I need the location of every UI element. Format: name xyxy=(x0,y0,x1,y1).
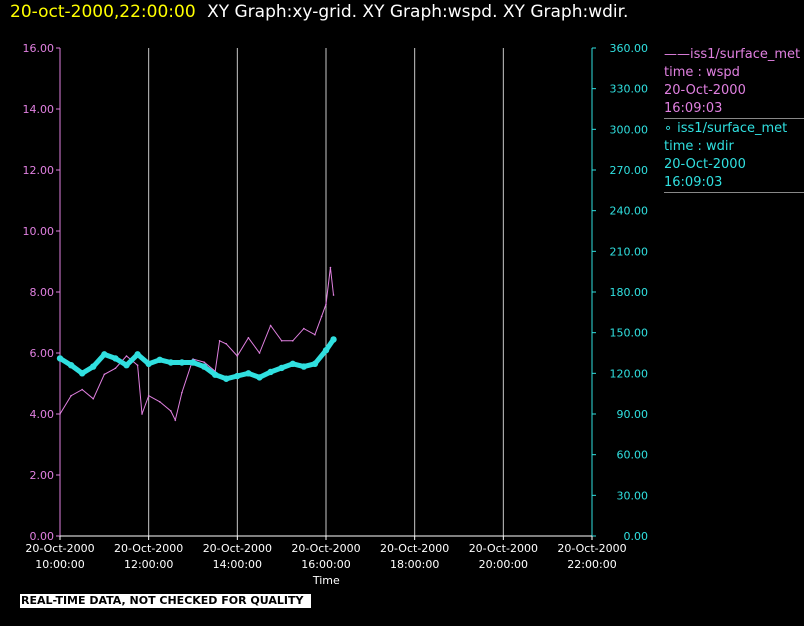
data-point-wspd xyxy=(280,340,283,342)
data-point-wspd xyxy=(303,327,305,330)
data-point-wspd xyxy=(81,388,83,391)
y-right-tick-label: 120.00 xyxy=(610,367,649,380)
data-point-wspd xyxy=(70,394,72,397)
data-point-wspd xyxy=(181,391,183,394)
circle-marker-icon: ∘ xyxy=(664,121,673,136)
y-left-tick-label: 12.00 xyxy=(23,164,55,177)
series-band-wdir xyxy=(57,336,336,382)
y-right-tick-label: 300.00 xyxy=(610,123,649,136)
data-point-wspd xyxy=(320,315,323,318)
y-left-tick-label: 10.00 xyxy=(23,225,55,238)
x-tick-label-time: 12:00:00 xyxy=(124,558,173,571)
y-left-tick-label: 6.00 xyxy=(30,347,55,360)
y-right-tick-label: 150.00 xyxy=(610,327,649,340)
legend-source-text: iss1/surface_met xyxy=(677,121,788,136)
data-point-wspd xyxy=(114,367,117,370)
x-tick-label-date: 20-Oct-2000 xyxy=(469,542,538,555)
data-point-wspd xyxy=(136,364,139,367)
data-point-wspd xyxy=(325,303,327,306)
data-point-wspd xyxy=(247,336,250,339)
data-point-wspd xyxy=(141,413,143,415)
status-banner: REAL-TIME DATA, NOT CHECKED FOR QUALITY xyxy=(20,594,311,608)
x-tick-label-date: 20-Oct-2000 xyxy=(203,542,272,555)
y-right-tick-label: 240.00 xyxy=(610,205,649,218)
x-tick-label-time: 14:00:00 xyxy=(213,558,262,571)
data-point-wspd xyxy=(258,352,261,354)
legend-source: ∘ iss1/surface_met xyxy=(664,120,804,138)
x-tick-label-time: 20:00:00 xyxy=(479,558,528,571)
data-point-wspd xyxy=(236,355,239,357)
data-point-wspd xyxy=(147,394,150,397)
y-right-tick-label: 60.00 xyxy=(617,449,649,462)
y-right-tick-label: 330.00 xyxy=(610,83,649,96)
y-right-tick-label: 30.00 xyxy=(617,489,649,502)
y-right-tick-label: 0.00 xyxy=(624,530,649,543)
data-point-wspd xyxy=(125,355,128,357)
legend-date: 20-Oct-2000 xyxy=(664,83,746,98)
y-left-tick-label: 2.00 xyxy=(30,469,55,482)
data-point-wspd xyxy=(225,343,228,345)
data-point-wspd xyxy=(158,401,161,403)
legend-separator xyxy=(664,118,804,119)
data-point-wspd xyxy=(103,373,106,376)
y-left-tick-label: 4.00 xyxy=(30,408,55,421)
y-right-tick-label: 180.00 xyxy=(610,286,649,299)
data-point-wspd xyxy=(92,397,95,400)
y-left-tick-label: 14.00 xyxy=(23,103,55,116)
x-tick-label-time: 10:00:00 xyxy=(35,558,84,571)
y-right-tick-label: 90.00 xyxy=(617,408,649,421)
x-tick-label-date: 20-Oct-2000 xyxy=(291,542,360,555)
x-tick-label-time: 18:00:00 xyxy=(390,558,439,571)
legend-entry: ∘ iss1/surface_mettime : wdir 20-Oct-2000 1… xyxy=(664,120,804,192)
legend-variable: time : wspd xyxy=(664,65,740,80)
legend-time: 16:09:03 xyxy=(664,175,723,190)
x-tick-label-date: 20-Oct-2000 xyxy=(557,542,626,555)
x-tick-label-time: 16:00:00 xyxy=(301,558,350,571)
x-axis-label: Time xyxy=(312,574,340,587)
legend-entry: ——iss1/surface_met time : wspd 20-Oct-2000… xyxy=(664,46,804,118)
legend-variable: time : wdir xyxy=(664,139,734,154)
y-right-tick-label: 210.00 xyxy=(610,245,649,258)
y-left-tick-label: 16.00 xyxy=(23,42,55,55)
legend-separator xyxy=(664,192,804,193)
data-point-wspd xyxy=(329,266,332,269)
x-tick-label-date: 20-Oct-2000 xyxy=(25,542,94,555)
y-right-tick-label: 270.00 xyxy=(610,164,649,177)
x-tick-label-time: 22:00:00 xyxy=(567,558,616,571)
data-point-wspd xyxy=(170,410,172,412)
data-point-wspd xyxy=(291,340,294,342)
data-point-wspd xyxy=(203,361,205,363)
y-left-tick-label: 8.00 xyxy=(30,286,55,299)
legend-time: 16:09:03 xyxy=(664,101,723,116)
legend-source-text: iss1/surface_met xyxy=(690,47,801,62)
data-point-wspd xyxy=(332,294,335,296)
line-marker-icon: —— xyxy=(664,47,690,62)
legend-date: 20-Oct-2000 xyxy=(664,157,746,172)
data-point-wspd xyxy=(218,340,221,342)
data-point-wspd xyxy=(59,413,61,415)
data-point-wspd xyxy=(174,419,177,421)
data-point-wspd xyxy=(314,333,316,336)
data-point-wspd xyxy=(269,324,272,327)
legend-source: ——iss1/surface_met xyxy=(664,46,804,64)
x-tick-label-date: 20-Oct-2000 xyxy=(380,542,449,555)
x-tick-label-date: 20-Oct-2000 xyxy=(114,542,183,555)
series-line-wspd xyxy=(59,267,334,422)
y-right-tick-label: 360.00 xyxy=(610,42,649,55)
